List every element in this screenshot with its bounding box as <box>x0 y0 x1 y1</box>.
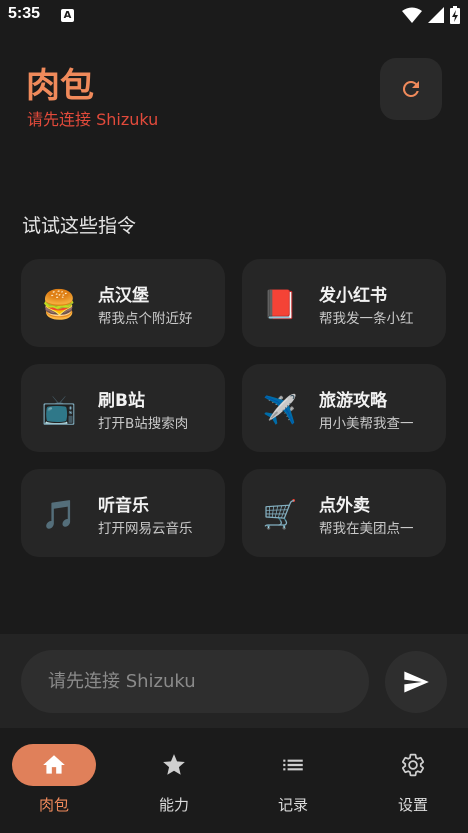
refresh-button[interactable] <box>380 58 442 120</box>
card-description: 帮我点个附近好 <box>98 311 193 327</box>
suggestion-card-takeout[interactable]: 🛒 点外卖 帮我在美团点一 <box>242 469 446 557</box>
nav-label: 记录 <box>277 796 308 814</box>
nav-label: 能力 <box>158 796 189 814</box>
nav-indicator <box>12 744 96 786</box>
nav-label: 设置 <box>397 796 428 814</box>
card-description: 用小美帮我查一 <box>319 416 414 432</box>
suggestions-title: 试试这些指令 <box>22 215 137 237</box>
nav-item-settings[interactable]: 设置 <box>371 744 468 820</box>
command-input[interactable] <box>21 650 369 713</box>
card-description: 打开B站搜索肉 <box>98 416 189 432</box>
burger-icon: 🍔 <box>41 288 77 321</box>
suggestion-card-music[interactable]: 🎵 听音乐 打开网易云音乐 <box>21 469 225 557</box>
star-icon <box>163 754 185 775</box>
list-icon <box>283 759 303 771</box>
clock: 5:35 <box>8 5 41 22</box>
shopping-cart-icon: 🛒 <box>262 498 298 531</box>
input-area <box>0 634 468 728</box>
card-title: 听音乐 <box>98 496 149 516</box>
card-title: 旅游攻略 <box>319 391 387 411</box>
suggestion-card-burger[interactable]: 🍔 点汉堡 帮我点个附近好 <box>21 259 225 347</box>
airplane-icon: ✈️ <box>262 393 298 426</box>
music-note-icon: 🎵 <box>41 498 77 531</box>
tv-icon: 📺 <box>41 393 77 426</box>
status-bar: 5:35 A <box>0 0 468 32</box>
card-description: 打开网易云音乐 <box>98 521 193 537</box>
app-title: 肉包 <box>26 66 94 106</box>
nav-item-home[interactable]: 肉包 <box>12 744 122 820</box>
gear-icon <box>402 753 424 777</box>
refresh-icon <box>402 80 419 97</box>
connection-status: 请先连接 Shizuku <box>27 110 159 129</box>
suggestion-card-bilibili[interactable]: 📺 刷B站 打开B站搜索肉 <box>21 364 225 452</box>
status-icons <box>402 6 460 24</box>
nav-item-records[interactable]: 记录 <box>251 744 361 820</box>
suggestion-card-xiaohongshu[interactable]: 📕 发小红书 帮我发一条小红 <box>242 259 446 347</box>
nav-label: 肉包 <box>38 796 69 814</box>
card-title: 点外卖 <box>319 496 370 516</box>
card-description: 帮我在美团点一 <box>319 521 414 537</box>
send-icon <box>404 671 429 693</box>
nav-item-abilities[interactable]: 能力 <box>132 744 242 820</box>
bottom-navigation: 肉包 能力 记录 设置 <box>0 728 468 833</box>
card-description: 帮我发一条小红 <box>319 311 414 327</box>
suggestion-card-travel[interactable]: ✈️ 旅游攻略 用小美帮我查一 <box>242 364 446 452</box>
send-button[interactable] <box>385 651 447 713</box>
book-icon: 📕 <box>262 288 298 321</box>
notification-a-icon: A <box>61 9 74 22</box>
signal-icon <box>428 7 444 23</box>
card-title: 刷B站 <box>98 391 145 411</box>
battery-icon <box>450 6 460 24</box>
card-title: 发小红书 <box>319 286 387 306</box>
card-title: 点汉堡 <box>98 286 149 306</box>
home-icon <box>43 755 65 774</box>
wifi-icon <box>402 7 422 23</box>
